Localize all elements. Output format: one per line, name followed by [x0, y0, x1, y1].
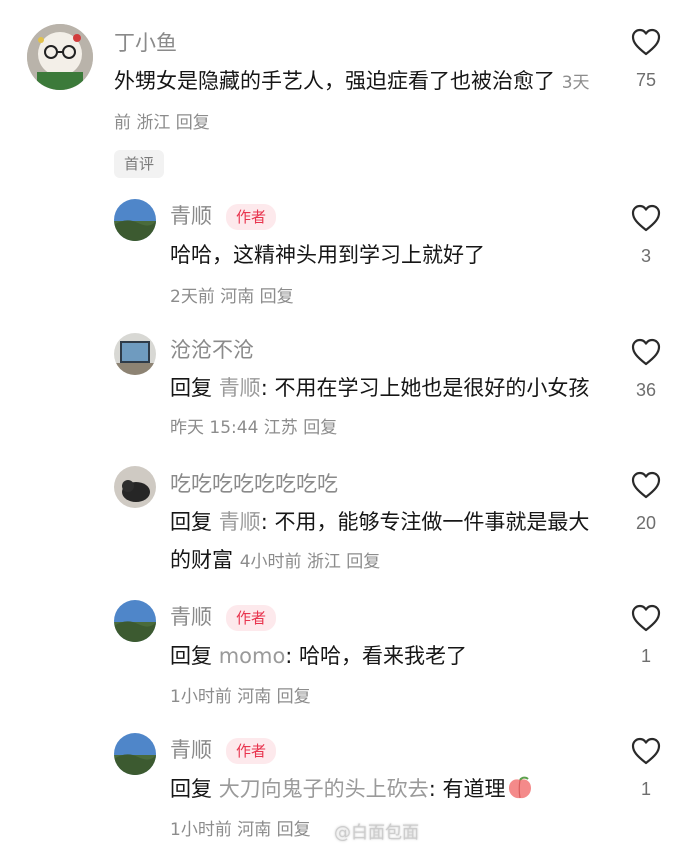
avatar[interactable] [114, 333, 156, 375]
like-count: 20 [635, 513, 657, 533]
reply-to-name[interactable]: 青顺 [219, 510, 261, 534]
like-button[interactable]: 36 [626, 338, 666, 400]
like-count: 36 [635, 380, 657, 400]
like-button[interactable]: 20 [626, 471, 666, 533]
like-count: 1 [640, 646, 651, 666]
reply-body: : 有道理 [428, 777, 506, 801]
reply-prefix: 回复 [170, 376, 219, 400]
reply-text: 哈哈，这精神头用到学习上就好了 [170, 243, 485, 267]
avatar[interactable] [27, 24, 93, 90]
like-button[interactable]: 75 [626, 28, 666, 90]
heart-icon [631, 28, 661, 56]
replier-name: 青顺 作者 [170, 737, 277, 764]
peach-emoji-icon [509, 776, 532, 799]
avatar[interactable] [114, 199, 156, 241]
author-badge: 作者 [226, 204, 277, 230]
comment-text: 外甥女是隐藏的手艺人，强迫症看了也被治愈了 3天前 浙江 回复 [114, 62, 594, 142]
heart-icon [631, 604, 661, 632]
replier-name-text[interactable]: 青顺 [170, 738, 212, 762]
reply-meta[interactable]: 2天前 河南 回复 [170, 285, 294, 309]
replier-name[interactable]: 吃吃吃吃吃吃吃吃 [170, 471, 338, 497]
replier-name: 青顺 作者 [170, 203, 277, 230]
reply-prefix: 回复 [170, 644, 219, 668]
avatar[interactable] [114, 466, 156, 508]
reply-body: : 哈哈，看来我老了 [285, 644, 468, 668]
reply-meta[interactable]: 1小时前 河南 回复 [170, 685, 311, 709]
like-count: 3 [640, 246, 651, 266]
reply-text: 回复 青顺: 不用在学习上她也是很好的小女孩 昨天 15:44 江苏 回复 [170, 369, 600, 447]
like-count: 75 [635, 70, 657, 90]
reply-meta[interactable]: 4小时前 浙江 回复 [240, 552, 381, 572]
author-badge: 作者 [226, 605, 277, 631]
first-comment-tag: 首评 [114, 150, 165, 178]
reply-prefix: 回复 [170, 510, 219, 534]
replier-name[interactable]: 沧沧不沧 [170, 337, 254, 363]
reply-to-name[interactable]: 青顺 [219, 376, 261, 400]
heart-icon [631, 338, 661, 366]
reply-to-name[interactable]: 大刀向鬼子的头上砍去 [219, 777, 429, 801]
replier-name: 青顺 作者 [170, 604, 277, 631]
commenter-name[interactable]: 丁小鱼 [114, 30, 177, 56]
avatar[interactable] [114, 733, 156, 775]
reply-body: : 不用在学习上她也是很好的小女孩 [260, 376, 590, 400]
heart-icon [631, 204, 661, 232]
like-button[interactable]: 3 [626, 204, 666, 266]
reply-text: 回复 momo: 哈哈，看来我老了 [170, 637, 610, 675]
reply-text: 回复 大刀向鬼子的头上砍去: 有道理 [170, 770, 610, 808]
like-count: 1 [640, 779, 651, 799]
like-button[interactable]: 1 [626, 604, 666, 666]
comment-body: 外甥女是隐藏的手艺人，强迫症看了也被治愈了 [114, 69, 555, 93]
avatar[interactable] [114, 600, 156, 642]
reply-prefix: 回复 [170, 777, 219, 801]
replier-name-text[interactable]: 青顺 [170, 204, 212, 228]
reply-to-name[interactable]: momo [219, 644, 286, 668]
like-button[interactable]: 1 [626, 737, 666, 799]
heart-icon [631, 471, 661, 499]
watermark: @白面包面 [334, 823, 419, 843]
author-badge: 作者 [226, 738, 277, 764]
replier-name-text[interactable]: 青顺 [170, 605, 212, 629]
reply-meta[interactable]: 昨天 15:44 江苏 回复 [170, 418, 337, 438]
heart-icon [631, 737, 661, 765]
reply-text: 回复 青顺: 不用，能够专注做一件事就是最大的财富 4小时前 浙江 回复 [170, 503, 600, 581]
reply-meta[interactable]: 1小时前 河南 回复 [170, 818, 311, 842]
